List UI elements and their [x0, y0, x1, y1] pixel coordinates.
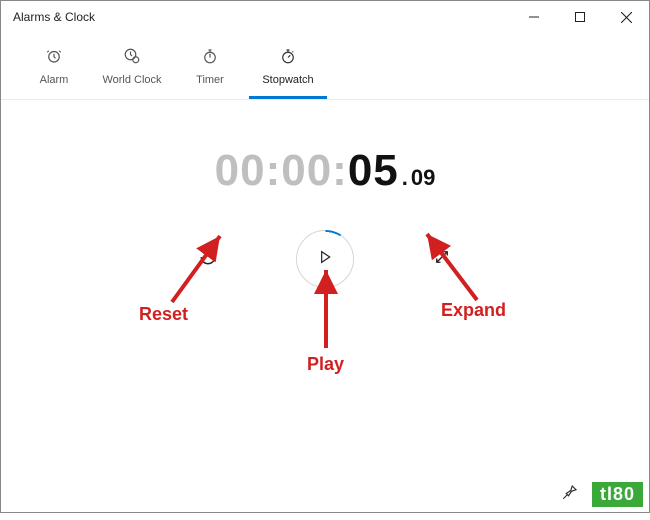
reset-icon: [198, 247, 218, 272]
time-colon: :: [266, 146, 282, 196]
tab-label: Alarm: [40, 74, 69, 86]
tab-stopwatch[interactable]: Stopwatch: [249, 41, 327, 99]
window-controls: [511, 1, 649, 33]
stopwatch-icon: [279, 47, 297, 74]
expand-button[interactable]: [428, 245, 456, 273]
tab-label: Stopwatch: [262, 74, 313, 86]
time-fraction: 09: [411, 165, 435, 191]
play-button[interactable]: [296, 230, 354, 288]
progress-arc: [296, 230, 355, 289]
stopwatch-panel: 00 : 00 : 05 . 09: [1, 100, 649, 520]
annotation-label-play: Play: [307, 354, 344, 375]
time-minutes: 00: [281, 146, 332, 196]
close-button[interactable]: [603, 1, 649, 33]
time-seconds: 05: [348, 146, 399, 196]
time-colon: :: [332, 146, 348, 196]
control-row: [1, 230, 649, 288]
time-display: 00 : 00 : 05 . 09: [1, 146, 649, 196]
annotation-label-expand: Expand: [441, 300, 506, 321]
tab-alarm[interactable]: Alarm: [15, 41, 93, 99]
tab-timer[interactable]: Timer: [171, 41, 249, 99]
reset-button[interactable]: [194, 245, 222, 273]
app-window: Alarms & Clock Alarm World Clock: [0, 0, 650, 513]
minimize-button[interactable]: [511, 1, 557, 33]
expand-icon: [433, 248, 451, 271]
tab-label: Timer: [196, 74, 224, 86]
time-dot: .: [402, 165, 408, 191]
window-title: Alarms & Clock: [13, 10, 95, 24]
pin-icon: [561, 483, 579, 506]
watermark-badge: tl80: [592, 482, 643, 507]
pin-button[interactable]: [550, 478, 590, 510]
world-clock-icon: [123, 47, 141, 74]
alarm-icon: [45, 47, 63, 74]
tab-label: World Clock: [102, 74, 161, 86]
bottom-bar: tl80: [550, 476, 649, 512]
timer-icon: [201, 47, 219, 74]
tab-bar: Alarm World Clock Timer Stopwatch: [1, 33, 649, 100]
annotation-label-reset: Reset: [139, 304, 188, 325]
maximize-button[interactable]: [557, 1, 603, 33]
tab-world-clock[interactable]: World Clock: [93, 41, 171, 99]
time-hours: 00: [215, 146, 266, 196]
